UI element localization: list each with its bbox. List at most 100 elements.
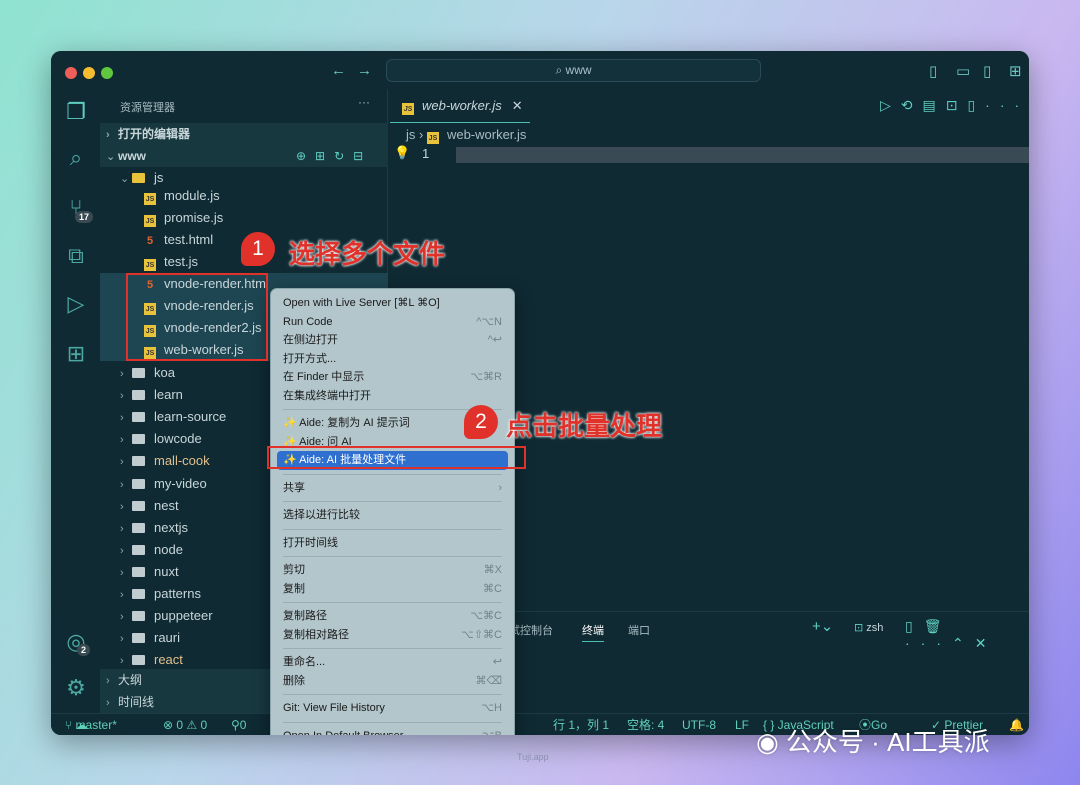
toggle-secondary-sidebar-icon[interactable]: ▯ [983, 62, 991, 80]
explorer-icon[interactable]: ❐ [63, 99, 89, 125]
menu-item-shortcut: ⌥H [481, 702, 502, 714]
accounts-badge: 2 [77, 644, 91, 656]
menu-item-label: 在侧边打开 [283, 334, 338, 346]
run-debug-icon[interactable]: ▷ [63, 291, 89, 317]
menu-item[interactable]: 选择以进行比较 [277, 506, 508, 525]
menu-item-shortcut: ^↩ [487, 334, 502, 346]
folder-name: learn-source [154, 409, 227, 425]
menu-separator [283, 556, 502, 557]
remote-explorer-icon[interactable]: ⧉ [63, 243, 89, 269]
forward-arrow-icon[interactable]: → [357, 62, 372, 79]
minimize-window-button[interactable] [83, 67, 95, 79]
panel-actions-icons[interactable]: ▯🗑···⌃✕ [905, 618, 1029, 652]
folder-icon [132, 368, 145, 378]
activity-bar: ❐ ⌕ ⑂ 17 ⧉ ▷ ⊞ ◎ 2 ⚙ [51, 89, 100, 713]
wechat-icon: ◉ [756, 727, 786, 757]
annotation-box-files [126, 273, 268, 361]
menu-item-label: 复制路径 [283, 610, 327, 622]
folder-name: koa [154, 365, 175, 380]
folder-name: puppeteer [154, 608, 213, 624]
file-item[interactable]: JS module.js [100, 185, 388, 207]
chevron-right-icon: › [120, 478, 124, 491]
menu-item[interactable]: Git: View File History ⌥H [277, 699, 508, 718]
more-actions-icon[interactable]: ··· [358, 95, 370, 109]
close-window-button[interactable] [65, 67, 77, 79]
indentation[interactable]: 空格: 4 [627, 714, 664, 735]
menu-item-shortcut: ^⌥N [476, 315, 502, 328]
folder-name: react [154, 652, 183, 668]
menu-item[interactable]: Open In Default Browser ⌥B [277, 727, 508, 736]
vscode-window: ← → ⌕ www ▯ ▭ ▯ ⊞ ❐ ⌕ ⑂ 17 ⧉ ▷ ⊞ ◎ 2 ⚙ 资… [51, 51, 1029, 735]
file-name: promise.js [164, 210, 224, 225]
new-terminal-icon[interactable]: +⌄ [812, 617, 833, 635]
tab-web-worker[interactable]: JS web-worker.js ✕ [390, 89, 530, 123]
close-tab-icon[interactable]: ✕ [512, 98, 523, 113]
menu-item[interactable]: 复制路径 ⌥⌘C [277, 607, 508, 626]
ports-indicator[interactable]: ⚲ 0 [231, 714, 246, 735]
menu-item-label: 复制相对路径 [283, 628, 349, 641]
menu-item-label: Git: View File History [283, 702, 385, 714]
encoding[interactable]: UTF-8 [682, 714, 716, 735]
menu-item[interactable]: 重命名... ↩ [277, 653, 508, 672]
folder-icon [132, 655, 145, 666]
menu-separator [283, 694, 502, 695]
menu-item[interactable]: Run Code ^⌥N [277, 313, 508, 332]
menu-item-shortcut: ↩ [492, 656, 502, 668]
menu-separator [283, 602, 502, 603]
chevron-right-icon: › [120, 633, 124, 646]
terminal-icon: ⊡ [854, 622, 867, 634]
menu-item[interactable]: 复制相对路径 ⌥⇧⌘C [277, 626, 508, 645]
menu-item[interactable]: 打开时间线 [277, 534, 508, 553]
chevron-right-icon: › [106, 697, 110, 709]
command-center-search[interactable]: ⌕ www [386, 59, 761, 82]
site-watermark: Tuji.app [517, 752, 549, 762]
editor-actions-icons[interactable]: ▷⟲▤⊡▯··· [880, 97, 1029, 114]
menu-item[interactable]: 在侧边打开 ^↩ [277, 331, 508, 350]
maximize-window-button[interactable] [101, 67, 113, 79]
lightbulb-icon[interactable]: 💡 [394, 145, 410, 161]
workspace-root-section[interactable]: ⌄ www ⊕⊞↻⊟ [100, 145, 388, 167]
eol[interactable]: LF [735, 714, 749, 735]
open-editors-section[interactable]: › 打开的编辑器 [100, 123, 388, 145]
folder-icon [132, 633, 145, 644]
git-branch[interactable]: ⑂ master* ☁ [65, 714, 117, 735]
menu-separator [283, 528, 502, 530]
menu-item-shortcut: ⌘X [483, 564, 502, 576]
folder-name: learn [154, 387, 183, 403]
menu-item-label: 在集成终端中打开 [283, 389, 371, 402]
folder-icon [132, 589, 145, 599]
folder-icon [132, 412, 145, 423]
settings-gear-icon[interactable]: ⚙ [63, 675, 89, 701]
tab-ports[interactable]: 端口 [628, 622, 650, 638]
menu-item[interactable]: 在 Finder 中显示 ⌥⌘R [277, 368, 508, 387]
back-arrow-icon[interactable]: ← [331, 62, 346, 79]
extensions-icon[interactable]: ⊞ [63, 341, 89, 367]
js-file-icon: JS [144, 215, 156, 227]
cursor-position[interactable]: 行 1，列 1 [553, 714, 609, 735]
tab-terminal[interactable]: 终端 [582, 622, 604, 642]
notifications-bell-icon[interactable]: 🔔 [1009, 714, 1024, 735]
terminal-shell[interactable]: ⊡ zsh [854, 621, 883, 634]
menu-item[interactable]: 删除 ⌘⌫ [277, 672, 508, 691]
menu-item[interactable]: 在集成终端中打开 [277, 387, 508, 406]
menu-item[interactable]: Open with Live Server [⌘L ⌘O] [277, 294, 508, 313]
file-item[interactable]: JS promise.js [100, 207, 388, 229]
toggle-panel-icon[interactable]: ▭ [956, 62, 970, 80]
menu-item[interactable]: 剪切 ⌘X [277, 561, 508, 580]
explorer-toolbar-icons[interactable]: ⊕⊞↻⊟ [296, 145, 372, 167]
menu-separator [283, 501, 502, 502]
js-file-icon: JS [144, 193, 156, 205]
menu-item[interactable]: 复制 ⌘C [277, 580, 508, 599]
menu-item[interactable]: 打开方式... [277, 350, 508, 369]
folder-name: nest [154, 497, 179, 513]
line-number: 1 [422, 146, 430, 161]
menu-item[interactable]: 共享 › [277, 479, 508, 498]
folder-icon [132, 544, 145, 555]
chevron-right-icon: › [120, 544, 124, 557]
current-line-highlight[interactable] [456, 147, 1029, 163]
search-icon[interactable]: ⌕ [63, 145, 89, 171]
toggle-sidebar-icon[interactable]: ▯ [929, 62, 937, 80]
problems-indicator[interactable]: ⊗ 0 ⚠ 0 [163, 714, 207, 735]
customize-layout-icon[interactable]: ⊞ [1009, 62, 1022, 80]
js-file-icon: JS [144, 259, 156, 271]
